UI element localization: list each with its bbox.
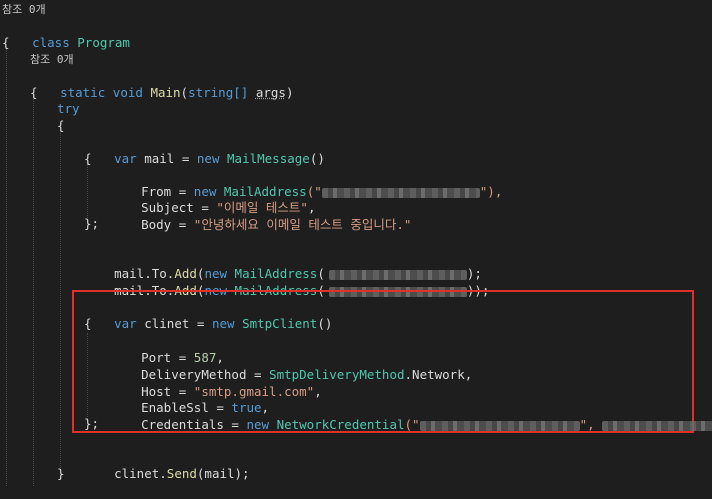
paren: (: [180, 85, 189, 100]
code-editor[interactable]: 참조 0개 class Program { 참조 0개 static void …: [0, 0, 712, 486]
code-line-port[interactable]: Port = 587,: [111, 332, 224, 365]
code-line-brace[interactable]: }: [57, 465, 65, 482]
comma: ,: [314, 384, 322, 399]
property-credentials: Credentials =: [141, 417, 247, 432]
type-mailmessage: MailMessage: [227, 151, 310, 166]
code-lens-references[interactable]: 참조 0개: [30, 51, 74, 68]
code-text: clinet.: [114, 466, 167, 481]
keyword-var: var: [114, 151, 137, 166]
keyword-void: void: [112, 85, 143, 100]
code-line-brace[interactable]: {: [84, 315, 92, 332]
code-line-brace[interactable]: };: [84, 215, 99, 232]
code-text: (mail);: [196, 466, 250, 481]
code-text: .Network,: [404, 367, 473, 382]
keyword-static: static: [60, 85, 106, 100]
string-body: "안녕하세요 이메일 테스트 중입니다.": [193, 217, 412, 232]
type-smtpclient: SmtpClient: [242, 316, 318, 331]
code-text: mail =: [136, 151, 197, 166]
method-name-main: Main: [150, 85, 181, 100]
code-line-brace[interactable]: {: [57, 117, 65, 134]
param-name-args: args: [255, 85, 286, 100]
code-line-brace[interactable]: {: [84, 150, 92, 167]
property-body: Body =: [141, 217, 194, 232]
code-line-brace[interactable]: {: [30, 84, 38, 101]
code-line-delivery-method[interactable]: DeliveryMethod = SmtpDeliveryMethod.Netw…: [111, 349, 472, 382]
code-lens-references[interactable]: 참조 0개: [2, 1, 46, 18]
redacted-password: [602, 420, 712, 431]
indent-guide: [33, 96, 34, 486]
code-line-send[interactable]: clinet.Send(mail);: [84, 448, 249, 481]
code-line-credentials[interactable]: Credentials = new NetworkCredential(" ", …: [111, 399, 712, 432]
keyword-new: new: [246, 417, 270, 432]
code-line-subject[interactable]: Subject = "이메일 테스트",: [111, 182, 315, 215]
code-line-enable-ssl[interactable]: EnableSsl = true,: [111, 382, 269, 415]
param-type: string[]: [188, 85, 249, 100]
redacted-username: [419, 420, 580, 431]
keyword-class: class: [32, 35, 70, 50]
code-line-mail-declaration[interactable]: var mail = new MailMessage(): [84, 133, 325, 166]
string-delimiter: (": [404, 417, 420, 432]
string-delimiter: "),: [479, 184, 503, 199]
code-line-body[interactable]: Body = "안녕하세요 이메일 테스트 중입니다.": [111, 199, 411, 232]
method-send: Send: [166, 466, 197, 481]
redacted-email: [321, 187, 480, 198]
code-line-to-add-1[interactable]: mail.To.Add(new MailAddress();: [84, 248, 482, 281]
indent-guide: [60, 130, 61, 468]
code-line-to-add-2[interactable]: mail.To.Add(new MailAddress());: [84, 265, 489, 298]
keyword-new: new: [211, 316, 235, 331]
code-line-class-declaration[interactable]: class Program: [2, 17, 130, 50]
paren: ): [285, 85, 294, 100]
code-line-from[interactable]: From = new MailAddress(" "),: [111, 166, 502, 199]
paren: (): [317, 316, 333, 331]
keyword-new: new: [196, 151, 220, 166]
code-line-main-signature[interactable]: static void Main(string[] args): [30, 67, 293, 100]
code-line-try[interactable]: try: [57, 100, 80, 117]
class-name: Program: [77, 35, 130, 50]
code-text: clinet =: [136, 316, 212, 331]
paren: (): [309, 151, 325, 166]
code-line-brace[interactable]: {: [2, 34, 10, 51]
code-line-host[interactable]: Host = "smtp.gmail.com",: [111, 366, 322, 399]
code-line-client-declaration[interactable]: var clinet = new SmtpClient(): [84, 298, 332, 331]
type-networkcredential: NetworkCredential: [276, 417, 405, 432]
code-line-brace[interactable]: };: [84, 415, 99, 432]
indent-guide: [6, 48, 7, 486]
keyword-var: var: [114, 316, 137, 331]
string-delimiter: ",: [579, 417, 603, 432]
